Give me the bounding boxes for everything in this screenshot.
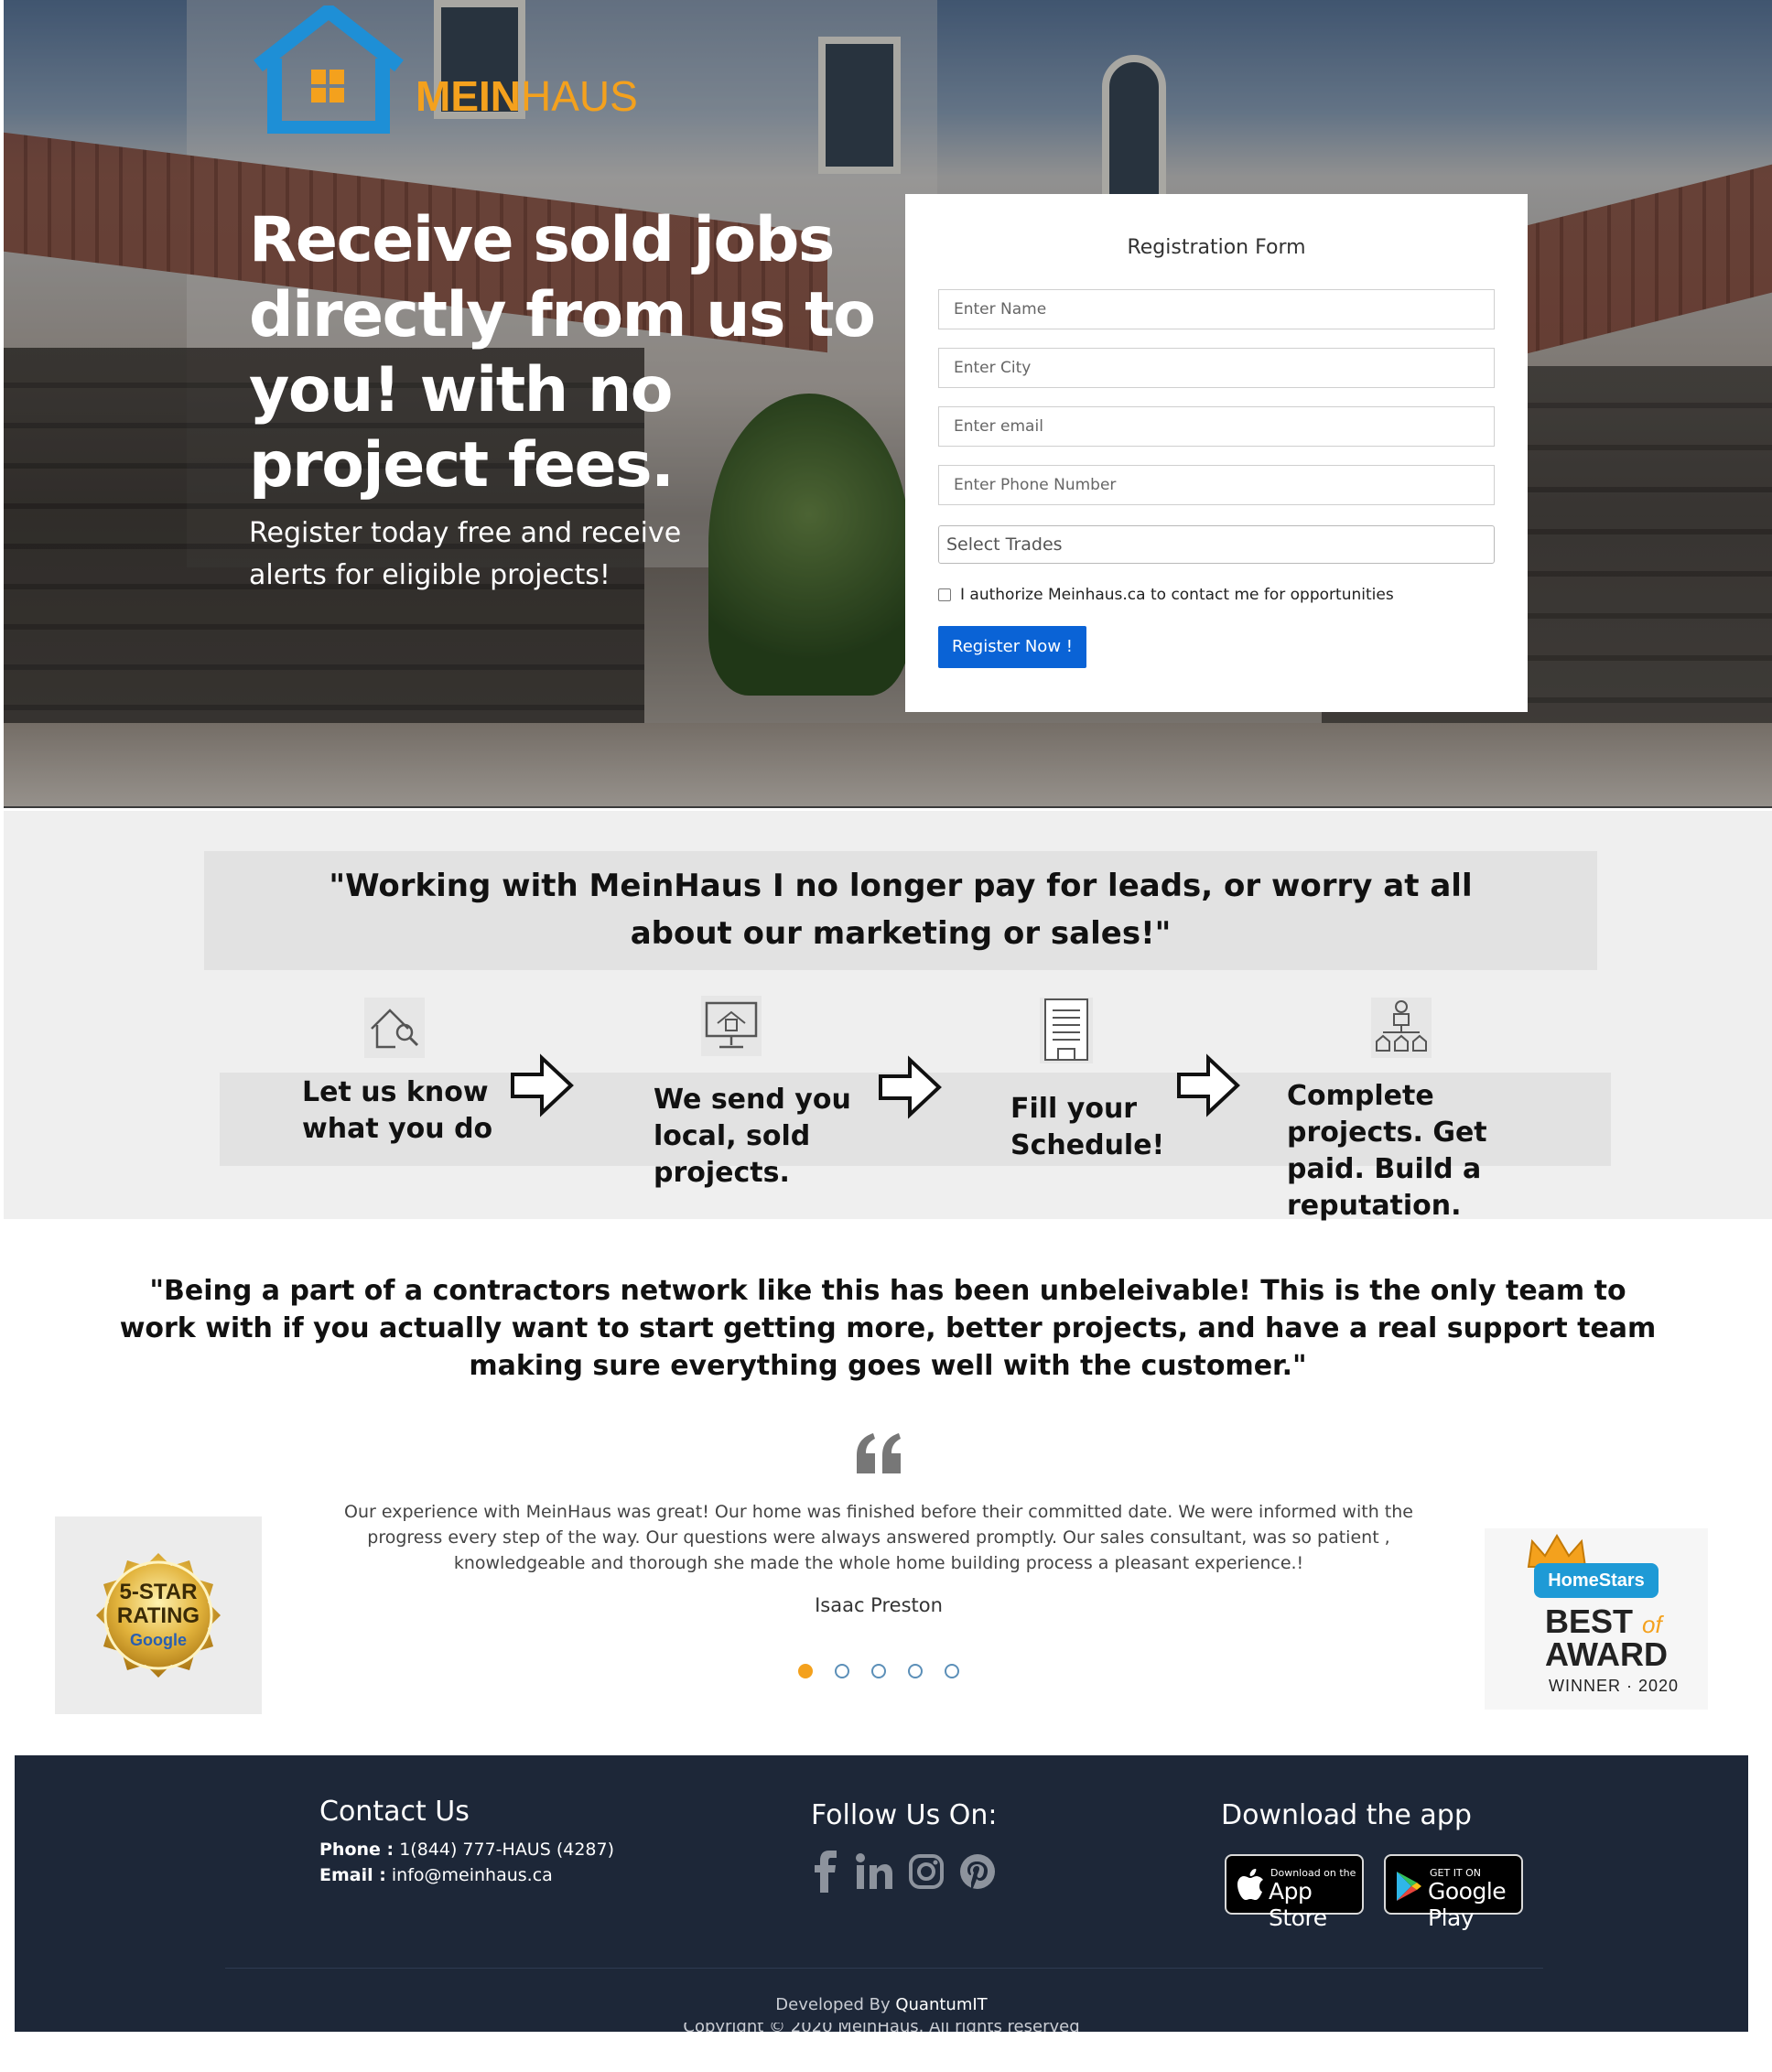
email-label: Email : [319,1865,386,1885]
arrow-right-icon [511,1053,574,1117]
carousel-dot[interactable] [835,1664,849,1678]
contractor-testimonial: "Being a part of a contractors network l… [119,1275,1657,1382]
email-input[interactable] [938,406,1495,447]
logo-wordmark: MEINHAUS [416,72,638,120]
award-text: WINNER · 2020 [1549,1677,1680,1695]
register-button[interactable]: Register Now ! [938,626,1086,668]
award-text: of [1642,1611,1662,1638]
developed-by-prefix: Developed By [775,1995,891,2014]
facebook-icon[interactable] [813,1851,840,1893]
badge-text: RATING [116,1603,200,1628]
quote-icon [857,1433,901,1473]
house-logo-icon [254,1,404,135]
registration-form: Registration Form Select Trades I author… [905,194,1528,712]
form-title: Registration Form [1127,236,1306,259]
site-footer: Contact Us Phone : 1(844) 777-HAUS (4287… [15,1755,1748,2032]
quote-banner: "Working with MeinHaus I no longer pay f… [204,851,1597,970]
phone-value[interactable]: 1(844) 777-HAUS (4287) [399,1840,614,1860]
carousel-dots [798,1664,959,1678]
award-text: AWARD [1545,1635,1668,1673]
google-play-button[interactable]: GET IT ON Google Play [1384,1854,1523,1931]
city-input[interactable] [938,348,1495,388]
footer-divider [225,1968,1543,1969]
house-search-icon [364,998,425,1058]
carousel-dot[interactable] [908,1664,923,1678]
carousel-dot[interactable] [945,1664,959,1678]
google-play-big-text: Google Play [1428,1878,1507,1931]
app-store-big-text: App Store [1269,1878,1327,1931]
linkedin-icon[interactable] [855,1852,893,1891]
reviewer-name: Isaac Preston [815,1594,943,1616]
copyright: Copyright © 2020 MeinHaus. All rights re… [15,2023,1748,2032]
hero-subheadline: Register today free and receive alerts f… [249,517,682,591]
consent-checkbox[interactable] [938,588,951,601]
name-input[interactable] [938,289,1495,329]
hero-headline: Receive sold jobs directly from us to yo… [249,204,876,502]
phone-line: Phone : 1(844) 777-HAUS (4287) [319,1840,614,1860]
customer-review: Our experience with MeinHaus was great! … [344,1502,1413,1573]
contact-title: Contact Us [319,1796,470,1828]
meinhaus-logo[interactable]: MEINHAUS [251,1,663,135]
email-line: Email : info@meinhaus.ca [319,1865,553,1885]
homestars-award-badge: HomeStars BEST of AWARD WINNER · 2020 [1485,1528,1708,1710]
consent-row: I authorize Meinhaus.ca to contact me fo… [938,586,1394,604]
instagram-icon[interactable] [908,1853,945,1890]
app-title: Download the app [1221,1799,1472,1831]
app-store-button[interactable]: Download on the App Store [1225,1854,1364,1931]
consent-label: I authorize Meinhaus.ca to contact me fo… [960,586,1394,604]
homestars-label: HomeStars [1534,1563,1659,1598]
step-label: Let us know what you do [302,1076,493,1145]
step-label: Complete projects. Get paid. Build a rep… [1287,1080,1487,1222]
email-value[interactable]: info@meinhaus.ca [392,1865,553,1885]
how-it-works-section: "Working with MeinHaus I no longer pay f… [4,811,1772,1222]
developed-by: Developed By QuantumIT [15,1995,1748,2014]
arrow-right-icon [879,1055,942,1119]
google-play-icon [1397,1872,1421,1901]
pinterest-icon[interactable] [959,1853,996,1890]
social-links [813,1851,996,1893]
developer-link[interactable]: QuantumIT [895,1995,987,2014]
arrow-right-icon [1177,1053,1240,1117]
phone-input[interactable] [938,465,1495,505]
hero-section: MEINHAUS Receive sold jobs directly from… [4,0,1772,808]
google-rating-badge: 5-STAR RATING Google [55,1516,262,1714]
badge-text: Google [130,1631,187,1649]
trades-select[interactable]: Select Trades [938,525,1495,564]
badge-text: 5-STAR [119,1580,198,1604]
step-label: Fill your Schedule! [1010,1093,1165,1161]
banner-quote: "Working with MeinHaus I no longer pay f… [329,868,1473,952]
follow-title: Follow Us On: [811,1799,998,1831]
award-text: BEST [1545,1603,1634,1640]
carousel-dot[interactable] [798,1664,813,1678]
monitor-house-icon [701,996,762,1056]
hierarchy-icon [1371,998,1432,1058]
step-label: We send you local, sold projects. [654,1084,851,1189]
phone-label: Phone : [319,1840,394,1860]
document-icon [1040,998,1093,1063]
carousel-dot[interactable] [871,1664,886,1678]
apple-icon [1237,1869,1263,1900]
